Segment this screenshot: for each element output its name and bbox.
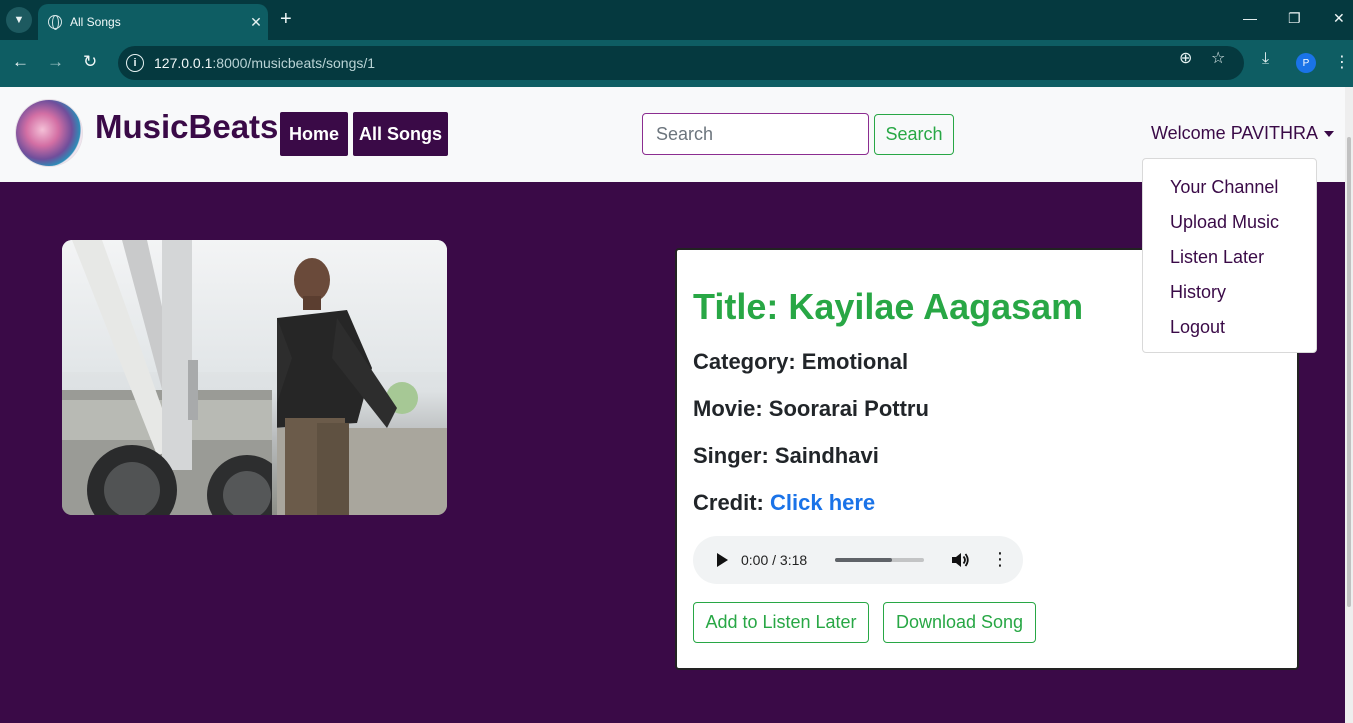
search-input[interactable] — [642, 113, 869, 155]
forward-arrow-icon[interactable]: → — [47, 52, 64, 72]
credit-label: Credit: — [693, 490, 770, 515]
menu-item-logout[interactable]: Logout — [1143, 310, 1316, 345]
tab-search-button[interactable]: ▼ — [6, 7, 32, 33]
song-credit: Credit: Click here — [693, 490, 875, 516]
landing-gear-illustration — [62, 240, 272, 515]
browser-tab-bar: ▼ All Songs ✕ + — ❐ ✕ — [0, 0, 1353, 40]
download-icon[interactable]: ⤓ — [1262, 50, 1269, 68]
download-song-button[interactable]: Download Song — [883, 602, 1036, 643]
back-arrow-icon[interactable]: ← — [12, 52, 29, 72]
person-illustration — [277, 258, 447, 515]
volume-icon[interactable] — [950, 550, 970, 570]
globe-icon — [48, 15, 62, 30]
audio-time: 0:00 / 3:18 — [741, 552, 808, 568]
audio-player[interactable]: 0:00 / 3:18 ⋮ — [693, 536, 1023, 584]
browser-tab[interactable]: All Songs ✕ — [38, 4, 268, 40]
browser-menu-icon[interactable]: ⋮ — [1334, 52, 1350, 72]
audio-progress-bar[interactable] — [835, 558, 924, 562]
menu-item-upload-music[interactable]: Upload Music — [1143, 205, 1316, 240]
song-cover-image — [62, 240, 447, 515]
url-text: 127.0.0.1:8000/musicbeats/songs/1 — [154, 55, 376, 71]
nav-home-button[interactable]: Home — [280, 112, 348, 156]
nav-all-songs-button[interactable]: All Songs — [353, 112, 448, 156]
credit-link[interactable]: Click here — [770, 490, 875, 515]
minimize-button[interactable]: — — [1243, 10, 1257, 26]
address-bar[interactable]: i 127.0.0.1:8000/musicbeats/songs/1 — [118, 46, 1244, 80]
user-dropdown-menu: Your Channel Upload Music Listen Later H… — [1142, 158, 1317, 353]
add-to-listen-later-button[interactable]: Add to Listen Later — [693, 602, 869, 643]
tab-close-icon[interactable]: ✕ — [244, 14, 268, 31]
song-category: Category: Emotional — [693, 349, 909, 374]
song-movie: Movie: Soorarai Pottru — [693, 396, 929, 421]
page-scrollbar[interactable] — [1345, 87, 1353, 723]
reload-icon[interactable]: ↻ — [83, 52, 97, 72]
user-dropdown-toggle[interactable]: Welcome PAVITHRA — [1151, 123, 1335, 144]
menu-item-listen-later[interactable]: Listen Later — [1143, 240, 1316, 275]
menu-item-your-channel[interactable]: Your Channel — [1143, 170, 1316, 205]
zoom-icon[interactable]: ⊕ — [1179, 48, 1192, 68]
new-tab-button[interactable]: + — [280, 8, 292, 30]
bookmark-star-icon[interactable]: ☆ — [1211, 48, 1225, 68]
song-title: Title: Kayilae Aagasam — [693, 286, 1084, 327]
menu-item-history[interactable]: History — [1143, 275, 1316, 310]
audio-buffered — [835, 558, 892, 562]
brand-name[interactable]: MusicBeats — [95, 108, 278, 146]
restore-button[interactable]: ❐ — [1288, 10, 1301, 27]
scrollbar-thumb[interactable] — [1347, 137, 1351, 607]
tab-title: All Songs — [70, 15, 121, 29]
welcome-label: Welcome PAVITHRA — [1151, 123, 1319, 143]
browser-toolbar: ← → ↻ i 127.0.0.1:8000/musicbeats/songs/… — [0, 40, 1353, 87]
song-singer: Singer: Saindhavi — [693, 443, 879, 468]
site-logo[interactable] — [16, 100, 82, 166]
more-options-icon[interactable]: ⋮ — [991, 549, 1009, 570]
play-icon[interactable] — [717, 553, 728, 567]
search-button[interactable]: Search — [874, 114, 954, 155]
close-window-button[interactable]: ✕ — [1333, 10, 1345, 27]
caret-down-icon — [1324, 130, 1335, 137]
profile-avatar[interactable]: P — [1296, 53, 1316, 73]
site-info-icon[interactable]: i — [126, 54, 144, 72]
